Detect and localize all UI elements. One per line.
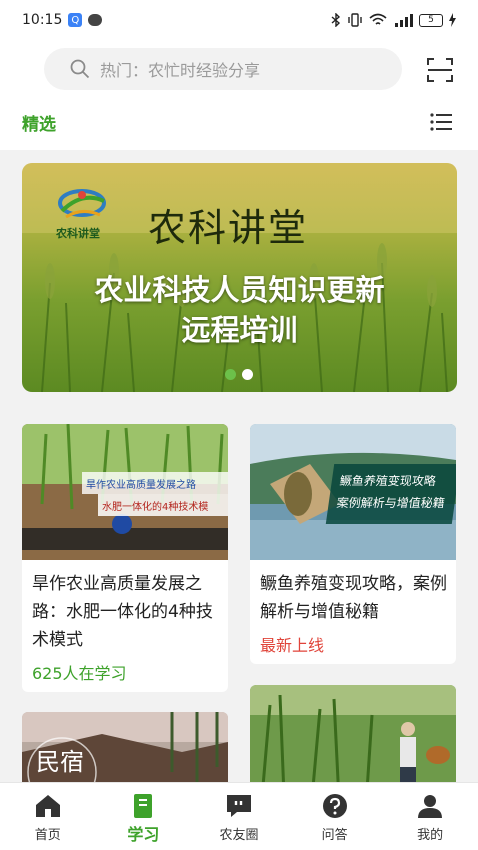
nav-home[interactable]: 首页	[0, 783, 96, 850]
search-placeholder: 热门：农忙时经验分享	[100, 61, 261, 80]
thumbnail-caption-top: 旱作农业高质量发展之路	[82, 472, 228, 494]
bluetooth-icon	[331, 13, 341, 27]
logo-text: 农科讲堂	[56, 227, 100, 240]
status-bar: 10:15 Q 5	[0, 0, 478, 40]
vibrate-icon	[348, 13, 362, 27]
course-title: 鳜鱼养殖变现攻略，案例解析与增值秘籍	[260, 574, 447, 622]
bottom-navigation: 首页 学习 农友圈 问答 我的	[0, 782, 478, 850]
nav-label: 学习	[127, 825, 160, 844]
list-menu-icon[interactable]	[430, 112, 452, 132]
nav-label: 问答	[321, 828, 348, 843]
user-icon	[418, 795, 443, 818]
quote-chat-icon	[226, 795, 251, 817]
course-card[interactable]: 鳜鱼养殖变现攻略 案例解析与增值秘籍 鳜鱼养殖变现攻略，案例解析与增值秘籍 最新…	[250, 424, 456, 664]
carousel-dot-active[interactable]	[225, 369, 236, 380]
home-icon	[35, 795, 60, 817]
top-bar: 热门：农忙时经验分享	[0, 40, 478, 98]
tab-featured[interactable]: 精选	[22, 110, 56, 135]
nav-label: 首页	[34, 828, 61, 843]
search-icon	[70, 59, 90, 79]
thumbnail-caption-bottom: 水肥一体化的4种技术模	[98, 494, 228, 516]
wifi-icon	[369, 13, 387, 25]
battery-icon: 5	[419, 13, 443, 27]
message-notification-icon	[88, 14, 103, 26]
banner-headline-line1: 农业科技人员知识更新	[94, 273, 385, 307]
status-time: 10:15	[22, 12, 63, 28]
course-title: 旱作农业高质量发展之路：水肥一体化的4种技术模式	[32, 574, 213, 650]
app-notification-icon: Q	[68, 13, 83, 27]
banner-headline-line2: 远程培训	[181, 313, 298, 347]
thumbnail-caption: 鳜鱼养殖变现攻略 案例解析与增值秘籍	[325, 464, 456, 524]
nav-label: 农友圈	[219, 828, 259, 843]
new-release-tag: 最新上线	[260, 636, 325, 655]
search-bar[interactable]: 热门：农忙时经验分享	[44, 48, 402, 90]
banner-carousel[interactable]: 农科讲堂 农科讲堂 农业科技人员知识更新 远程培训	[22, 163, 457, 392]
question-icon	[322, 794, 347, 818]
scan-icon[interactable]	[426, 57, 454, 83]
course-card[interactable]: 旱作农业高质量发展之路 水肥一体化的4种技术模 旱作农业高质量发展之路：水肥一体…	[22, 424, 228, 692]
book-icon	[134, 794, 153, 818]
carousel-dot[interactable]	[242, 369, 253, 380]
banner-brand-title: 农科讲堂	[148, 206, 309, 250]
charging-icon	[449, 13, 456, 27]
tabs-bar: 精选	[0, 98, 478, 150]
nav-study[interactable]: 学习	[96, 783, 192, 850]
nav-label: 我的	[417, 828, 444, 843]
nav-profile[interactable]: 我的	[382, 783, 478, 850]
signal-icon	[395, 14, 413, 27]
nav-qa[interactable]: 问答	[287, 783, 383, 850]
learner-count: 625人在学习	[32, 664, 127, 683]
nav-community[interactable]: 农友圈	[191, 783, 287, 850]
carousel-dots	[225, 369, 253, 380]
thumbnail-caption: 民宿	[36, 748, 84, 776]
